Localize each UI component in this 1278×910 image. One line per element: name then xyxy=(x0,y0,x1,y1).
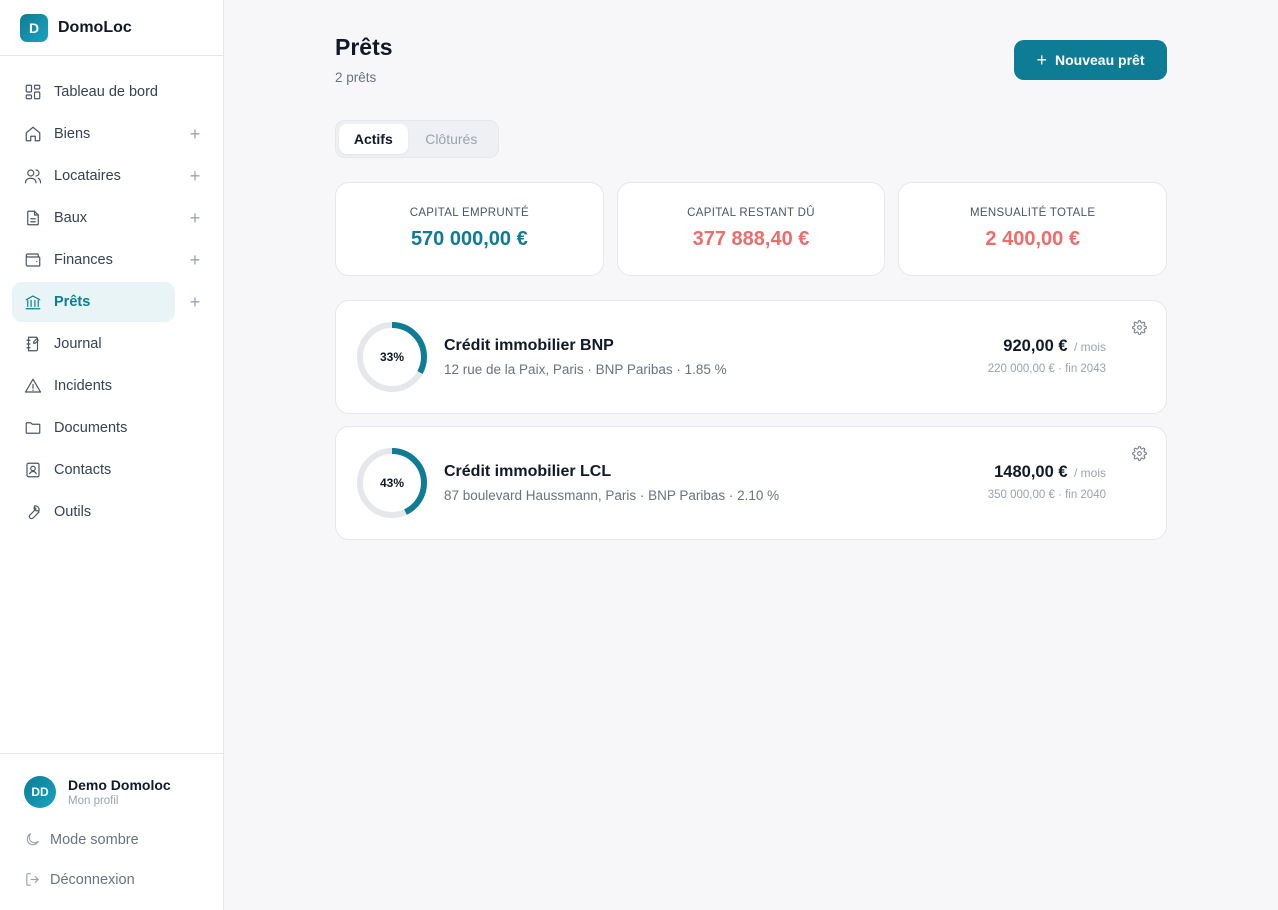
status-tabs: Actifs Clôturés xyxy=(335,120,499,158)
gear-icon[interactable] xyxy=(1132,446,1147,461)
tab-actifs[interactable]: Actifs xyxy=(339,124,408,154)
contact-icon xyxy=(24,461,42,479)
sidebar-item-label: Locataires xyxy=(54,168,121,184)
sidebar-item-outils[interactable]: Outils xyxy=(12,492,212,532)
sidebar-nav: Tableau de bord Biens + Locataires + Bau… xyxy=(12,72,212,534)
progress-label: 33% xyxy=(379,350,405,364)
sidebar-item-contacts[interactable]: Contacts xyxy=(12,450,212,490)
logout-icon xyxy=(26,873,39,886)
brand[interactable]: D DomoLoc xyxy=(0,0,223,56)
sidebar-item-label: Outils xyxy=(54,504,92,520)
loan-title: Crédit immobilier BNP xyxy=(444,337,614,354)
stat-card-capital-emprunte: CAPITAL EMPRUNTÉ 570 000,00 € xyxy=(335,182,604,276)
progress-label: 43% xyxy=(379,476,405,490)
avatar: DD xyxy=(24,776,56,808)
loan-meta: 87 boulevard Haussmann, Paris · BNP Pari… xyxy=(444,488,780,503)
stat-value: 570 000,00 € xyxy=(410,228,528,250)
progress-ring: 43% xyxy=(356,447,428,519)
loan-meta: 12 rue de la Paix, Paris · BNP Paribas ·… xyxy=(444,362,727,377)
warning-icon xyxy=(24,377,42,395)
sidebar-item-incidents[interactable]: Incidents xyxy=(12,366,212,406)
stat-card-mensualite: MENSUALITÉ TOTALE 2 400,00 € xyxy=(898,182,1168,276)
logout-label: Déconnexion xyxy=(50,871,135,888)
sidebar-item-finances[interactable]: Finances + xyxy=(12,240,212,280)
sidebar-item-tableau-de-bord[interactable]: Tableau de bord xyxy=(12,72,212,112)
moon-icon xyxy=(26,833,39,846)
profile-name: Demo Domoloc xyxy=(68,777,171,793)
profile-link[interactable]: DD Demo Domoloc Mon profil xyxy=(24,776,171,808)
new-loan-button[interactable]: + Nouveau prêt xyxy=(1014,40,1167,80)
brand-name: DomoLoc xyxy=(58,18,132,36)
notebook-icon xyxy=(24,335,42,353)
loan-title: Crédit immobilier LCL xyxy=(444,463,612,480)
users-icon xyxy=(24,167,42,185)
wallet-icon xyxy=(24,251,42,269)
sidebar-item-label: Baux xyxy=(54,210,88,226)
stat-label: MENSUALITÉ TOTALE xyxy=(970,207,1096,219)
sidebar-item-label: Finances xyxy=(54,252,113,268)
sidebar-item-documents[interactable]: Documents xyxy=(12,408,212,448)
dark-mode-label: Mode sombre xyxy=(50,831,139,848)
plus-icon: + xyxy=(1036,50,1048,70)
wrench-icon xyxy=(24,503,42,521)
sidebar-item-label: Incidents xyxy=(54,378,113,394)
page-subtitle: 2 prêts xyxy=(335,70,377,85)
stat-value: 2 400,00 € xyxy=(985,228,1080,250)
tab-clotures[interactable]: Clôturés xyxy=(408,124,495,154)
page-title: Prêts xyxy=(335,34,393,60)
stats-row: CAPITAL EMPRUNTÉ 570 000,00 € CAPITAL RE… xyxy=(335,182,1168,276)
add-locataire-button[interactable]: + xyxy=(188,167,202,185)
profile-text: Demo Domoloc Mon profil xyxy=(68,777,171,807)
sidebar-item-locataires[interactable]: Locataires + xyxy=(12,156,212,196)
home-icon xyxy=(24,125,42,143)
bank-icon xyxy=(24,293,42,311)
monthly-amount: 920,00 € xyxy=(1003,337,1068,355)
sidebar-item-label: Tableau de bord xyxy=(54,84,158,100)
gear-icon[interactable] xyxy=(1132,320,1147,335)
add-bail-button[interactable]: + xyxy=(188,209,202,227)
loan-detail: 350 000,00 € · fin 2040 xyxy=(987,489,1106,501)
sidebar-item-journal[interactable]: Journal xyxy=(12,324,212,364)
sidebar-item-label: Documents xyxy=(54,420,128,436)
stat-label: CAPITAL RESTANT DÛ xyxy=(687,207,815,219)
loan-detail: 220 000,00 € · fin 2043 xyxy=(987,363,1106,375)
sidebar-item-label: Contacts xyxy=(54,462,112,478)
profile-sub: Mon profil xyxy=(68,795,119,807)
brand-logo: D xyxy=(20,13,48,42)
sidebar-item-prets[interactable]: Prêts + xyxy=(12,282,200,322)
per-month: / mois xyxy=(1073,466,1106,480)
logout-button[interactable]: Déconnexion xyxy=(24,871,135,888)
loan-amount: 920,00 € / mois xyxy=(1003,337,1106,356)
loan-amount: 1480,00 € / mois xyxy=(994,463,1106,482)
new-loan-label: Nouveau prêt xyxy=(1055,52,1145,68)
per-month: / mois xyxy=(1073,340,1106,354)
stat-label: CAPITAL EMPRUNTÉ xyxy=(409,207,529,219)
monthly-amount: 1480,00 € xyxy=(994,463,1068,481)
loan-card[interactable]: 43% Crédit immobilier LCL 87 boulevard H… xyxy=(335,426,1167,540)
stat-value: 377 888,40 € xyxy=(692,228,810,250)
sidebar-item-label: Biens xyxy=(54,126,91,142)
sidebar-item-baux[interactable]: Baux + xyxy=(12,198,212,238)
dark-mode-toggle[interactable]: Mode sombre xyxy=(24,831,139,848)
sidebar-item-label: Prêts xyxy=(54,294,91,310)
progress-ring: 33% xyxy=(356,321,428,393)
loan-card[interactable]: 33% Crédit immobilier BNP 12 rue de la P… xyxy=(335,300,1167,414)
dashboard-icon xyxy=(24,83,42,101)
file-icon xyxy=(24,209,42,227)
folder-icon xyxy=(24,419,42,437)
sidebar-footer: DD Demo Domoloc Mon profil Mode sombre D… xyxy=(0,753,223,910)
sidebar: D DomoLoc Tableau de bord Biens + Locata… xyxy=(0,0,224,910)
add-bien-button[interactable]: + xyxy=(188,125,202,143)
stat-card-capital-restant: CAPITAL RESTANT DÛ 377 888,40 € xyxy=(616,182,886,276)
add-pret-button[interactable]: + xyxy=(188,293,202,311)
sidebar-item-biens[interactable]: Biens + xyxy=(12,114,212,154)
sidebar-item-label: Journal xyxy=(54,336,102,352)
add-finance-button[interactable]: + xyxy=(188,251,202,269)
